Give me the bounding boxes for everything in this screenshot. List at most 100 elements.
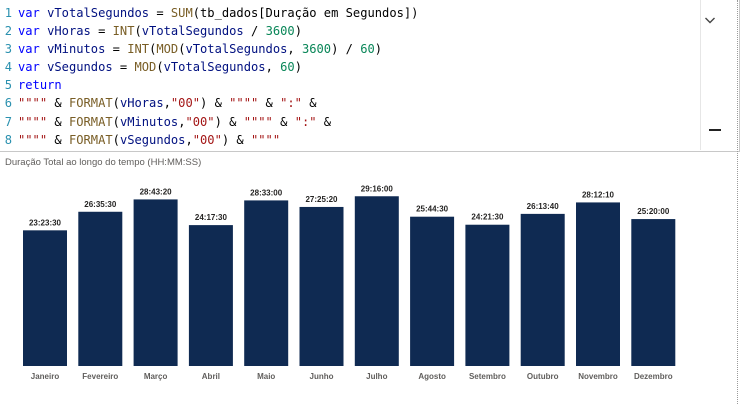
- code-token: ":": [294, 114, 317, 129]
- code-token: vTotalSegundos: [163, 60, 266, 75]
- code-token: ) &: [221, 132, 251, 147]
- bar-fevereiro[interactable]: [78, 211, 123, 366]
- data-label: 28:33:00: [250, 188, 283, 197]
- bar-junho[interactable]: [299, 206, 344, 366]
- code-token: (: [112, 96, 120, 111]
- data-label: 27:25:20: [305, 195, 338, 204]
- code-token: vTotalSegundos: [141, 24, 244, 39]
- line-number: 7: [4, 114, 12, 129]
- bar-julho[interactable]: [354, 196, 399, 366]
- code-line[interactable]: 6 """" & FORMAT(vHoras,"00") & """" & ":"…: [0, 94, 700, 112]
- data-label: 24:21:30: [471, 213, 504, 222]
- code-token: FORMAT: [68, 132, 113, 147]
- code-token: """": [18, 132, 48, 147]
- bar-dezembro[interactable]: [631, 219, 676, 366]
- code-token: (: [134, 24, 142, 39]
- code-token: ,: [287, 42, 302, 57]
- line-number: 2: [4, 24, 12, 39]
- code-token: vHoras: [47, 24, 91, 39]
- code-token: ,: [185, 132, 193, 147]
- code-token: "00": [185, 114, 215, 129]
- code-token: =: [149, 6, 171, 20]
- code-token: ,: [163, 96, 171, 111]
- x-tick-label: Junho: [310, 372, 334, 381]
- line-number: 3: [4, 42, 12, 57]
- code-token: """": [18, 96, 48, 111]
- code-token: ) &: [214, 114, 244, 129]
- code-line[interactable]: 5 return: [0, 76, 700, 94]
- code-token: return: [18, 78, 62, 93]
- bar-abril[interactable]: [188, 225, 233, 366]
- code-token: SUM: [170, 6, 193, 20]
- code-token: ,: [265, 60, 281, 75]
- bar-março[interactable]: [133, 199, 178, 366]
- data-label: 29:16:00: [361, 184, 394, 193]
- line-number: 6: [4, 96, 12, 111]
- code-token: &: [272, 114, 295, 129]
- x-tick-label: Outubro: [527, 372, 559, 381]
- code-token: vMinutos: [47, 42, 106, 57]
- bar-novembro[interactable]: [576, 202, 620, 366]
- data-label: 28:43:20: [140, 187, 173, 196]
- code-line[interactable]: 8 """" & FORMAT(vSegundos,"00") & """": [0, 131, 700, 149]
- bar-setembro[interactable]: [465, 224, 510, 366]
- code-token: vSegundos: [47, 60, 113, 75]
- bar-maio[interactable]: [244, 200, 289, 366]
- code-token: ): [294, 60, 302, 75]
- code-token: /: [243, 24, 266, 39]
- code-token: &: [47, 132, 69, 147]
- code-token: FORMAT: [68, 114, 113, 129]
- code-line[interactable]: 7 """" & FORMAT(vMinutos,"00") & """" & "…: [0, 113, 700, 131]
- code-token: &: [47, 96, 69, 111]
- formula-editor[interactable]: 1 var vTotalSegundos = SUM(tb_dados[Duraç…: [0, 0, 740, 152]
- code-token: &: [301, 96, 317, 111]
- code-token: FORMAT: [68, 96, 113, 111]
- data-label: 25:44:30: [416, 205, 449, 214]
- bar-outubro[interactable]: [520, 213, 565, 366]
- code-token: "00": [192, 132, 222, 147]
- code-token: vSegundos: [119, 132, 186, 147]
- line-number: 8: [4, 132, 12, 147]
- expand-editor-button[interactable]: [699, 9, 721, 31]
- code-token: """": [18, 114, 48, 129]
- code-token: (: [112, 114, 120, 129]
- code-token: ): [294, 24, 302, 39]
- code-line[interactable]: 4 var vSegundos = MOD(vTotalSegundos, 60): [0, 58, 700, 76]
- code-token: vHoras: [119, 96, 164, 111]
- x-tick-label: Dezembro: [634, 372, 673, 381]
- code-token: &: [316, 114, 332, 129]
- bar-agosto[interactable]: [410, 216, 455, 366]
- dax-code-area[interactable]: 1 var vTotalSegundos = SUM(tb_dados[Duraç…: [0, 4, 700, 149]
- code-token: vTotalSegundos: [185, 42, 288, 57]
- collapse-handle[interactable]: [709, 129, 721, 131]
- code-token: MOD: [156, 42, 179, 57]
- code-token: """": [251, 132, 281, 147]
- x-tick-label: Maio: [257, 372, 275, 381]
- code-token: 3600: [301, 42, 332, 57]
- code-token: (: [112, 132, 120, 147]
- bar-janeiro[interactable]: [23, 230, 67, 366]
- code-token: ): [374, 42, 383, 57]
- code-token: vTotalSegundos: [47, 6, 150, 20]
- data-label: 26:35:30: [84, 200, 117, 209]
- code-token: MOD: [134, 60, 157, 75]
- x-tick-label: Agosto: [418, 372, 446, 381]
- code-token: =: [112, 60, 135, 75]
- code-token: "00": [170, 96, 201, 111]
- bar-chart[interactable]: 23:23:30 Janeiro 26:35:30 Fevereiro 28:43:20…: [0, 170, 736, 404]
- code-token: INT: [112, 24, 135, 39]
- code-token: =: [105, 42, 128, 57]
- data-label: 25:20:00: [637, 207, 670, 216]
- code-line[interactable]: 2 var vHoras = INT(vTotalSegundos / 3600): [0, 22, 700, 40]
- data-label: 23:23:30: [29, 218, 62, 227]
- x-tick-label: Fevereiro: [82, 372, 118, 381]
- code-line[interactable]: 3 var vMinutos = INT(MOD(vTotalSegundos, …: [0, 40, 700, 58]
- x-tick-label: Janeiro: [31, 372, 60, 381]
- code-line[interactable]: 1 var vTotalSegundos = SUM(tb_dados[Duraç…: [0, 4, 700, 22]
- visual-border: [737, 0, 738, 404]
- code-token: var: [18, 60, 48, 75]
- chevron-down-icon: [704, 10, 716, 31]
- line-number: 5: [4, 78, 12, 93]
- code-token: """": [229, 96, 259, 111]
- code-token: var: [18, 24, 48, 39]
